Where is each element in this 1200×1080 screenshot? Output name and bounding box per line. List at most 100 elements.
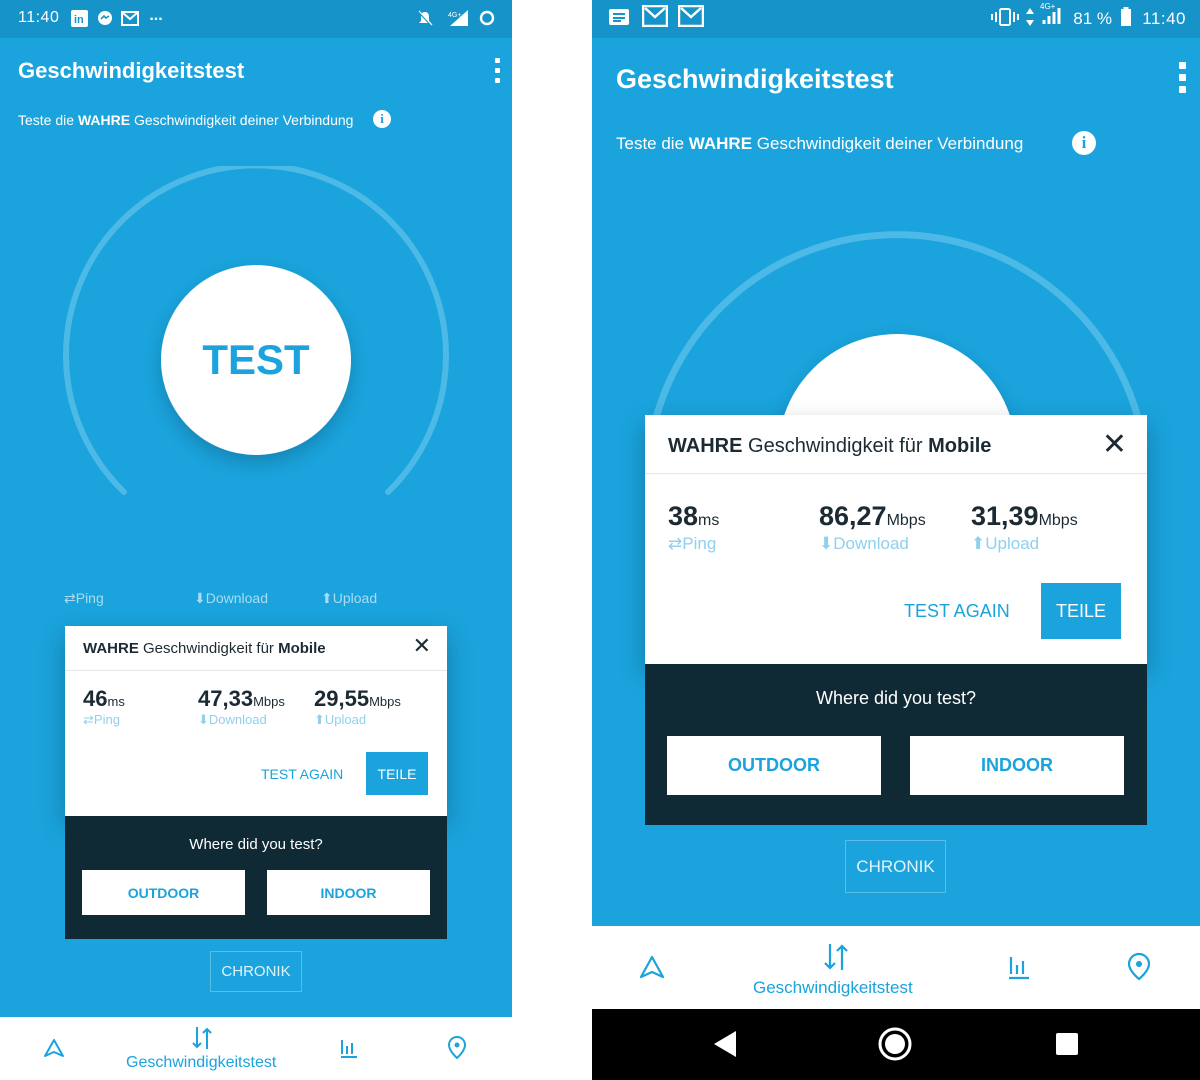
nav-map-pin-icon[interactable] <box>445 1035 469 1066</box>
download-metric: 47,33Mbps ⬇Download <box>198 686 285 728</box>
share-button[interactable]: TEILE <box>1041 583 1121 639</box>
ping-unit: ms <box>107 694 125 709</box>
phone-right: 4G+ 81 % 11:40 Geschwindigkeitstest Test… <box>592 0 1200 1080</box>
nav-speedtest-label[interactable]: Geschwindigkeitstest <box>126 1054 276 1072</box>
nav-speedtest-icon[interactable] <box>822 942 850 977</box>
upload-unit: Mbps <box>1038 512 1078 529</box>
test-start-button[interactable]: TEST <box>161 265 351 455</box>
battery-percentage: 81 % <box>1073 9 1112 28</box>
more-dots-icon: ... <box>149 7 163 24</box>
status-time: 11:40 <box>1142 9 1186 28</box>
outdoor-button[interactable]: OUTDOOR <box>667 736 881 795</box>
result-card-title: WAHRE Geschwindigkeit für Mobile <box>83 640 326 657</box>
recents-icon[interactable] <box>1056 1033 1078 1060</box>
download-unit: Mbps <box>253 694 285 709</box>
upload-metric-label: ⬆Upload <box>971 534 1040 553</box>
signal-icon: 4G+ <box>446 9 470 27</box>
upload-arrow-icon: ⬆ <box>321 590 333 606</box>
messenger-icon <box>96 9 114 27</box>
result-card: WAHRE Geschwindigkeit für Mobile ✕ 46ms … <box>65 626 447 816</box>
upload-metric: 29,55Mbps ⬆Upload <box>314 686 401 728</box>
upload-value: 29,55 <box>314 686 370 711</box>
info-icon[interactable]: i <box>373 110 391 128</box>
test-again-button[interactable]: TEST AGAIN <box>904 601 1010 622</box>
link-icon: ⇄ <box>64 590 76 606</box>
status-time: 11:40 <box>18 9 60 26</box>
link-icon: ⇄ <box>668 534 683 553</box>
ping-metric-label: ⇄Ping <box>83 712 120 727</box>
nav-speedtest-label[interactable]: Geschwindigkeitstest <box>753 978 913 998</box>
data-arrows-icon <box>1024 8 1036 26</box>
app-main: Geschwindigkeitstest Teste die WAHRE Ges… <box>0 38 512 1017</box>
bottom-nav: Geschwindigkeitstest <box>592 926 1200 1009</box>
status-bar: 4G+ 81 % 11:40 <box>592 0 1200 38</box>
link-icon: ⇄ <box>83 712 94 727</box>
mail-icon <box>121 9 139 27</box>
outdoor-button[interactable]: OUTDOOR <box>82 870 245 915</box>
ping-metric: 38ms ⇄Ping <box>668 501 719 554</box>
linkedin-icon: in <box>70 9 88 27</box>
location-panel: Where did you test? OUTDOOR INDOOR <box>645 664 1147 825</box>
vibrate-icon <box>990 8 1020 26</box>
download-arrow-icon: ⬇ <box>198 712 209 727</box>
close-icon[interactable]: ✕ <box>413 634 431 659</box>
svg-text:4G+: 4G+ <box>1040 2 1056 11</box>
location-question: Where did you test? <box>815 688 977 708</box>
svg-text:in: in <box>74 14 84 26</box>
info-icon[interactable]: i <box>1072 131 1096 155</box>
upload-metric: 31,39Mbps ⬆Upload <box>971 501 1078 554</box>
ping-value: 46 <box>83 686 108 711</box>
download-value: 86,27 <box>819 501 887 531</box>
mail-icon <box>642 5 668 27</box>
ping-metric-label: ⇄Ping <box>668 534 717 553</box>
nav-map-pin-icon[interactable] <box>1125 952 1153 987</box>
ping-unit: ms <box>698 512 720 529</box>
download-metric-label: ⬇Download <box>819 534 909 553</box>
nav-results-icon[interactable] <box>338 1037 360 1064</box>
upload-label: ⬆Upload <box>321 590 378 606</box>
card-divider <box>65 670 447 671</box>
card-divider <box>645 473 1147 474</box>
tagline: Teste die WAHRE Geschwindigkeit deiner V… <box>616 134 1024 153</box>
upload-arrow-icon: ⬆ <box>971 534 986 553</box>
share-button[interactable]: TEILE <box>366 752 428 795</box>
battery-icon <box>1120 7 1132 26</box>
tagline: Teste die WAHRE Geschwindigkeit deiner V… <box>18 112 354 128</box>
phone-left: 11:40 in ... 4G+ Geschwindigkeitstest Te… <box>0 0 512 1080</box>
app-main: Geschwindigkeitstest Teste die WAHRE Ges… <box>592 38 1200 926</box>
download-arrow-icon: ⬇ <box>194 590 206 606</box>
download-value: 47,33 <box>198 686 254 711</box>
download-label: ⬇Download <box>194 590 268 606</box>
download-unit: Mbps <box>886 512 926 529</box>
sync-icon <box>478 9 496 27</box>
indoor-button[interactable]: INDOOR <box>267 870 430 915</box>
back-icon[interactable] <box>712 1029 738 1064</box>
result-card-title: WAHRE Geschwindigkeit für Mobile <box>668 435 992 457</box>
mail-icon <box>678 5 704 27</box>
bottom-nav: Geschwindigkeitstest <box>0 1017 512 1080</box>
test-again-button[interactable]: TEST AGAIN <box>261 766 343 782</box>
result-card: WAHRE Geschwindigkeit für Mobile ✕ 38ms … <box>645 415 1147 664</box>
upload-metric-label: ⬆Upload <box>314 712 367 727</box>
nav-navigation-icon[interactable] <box>638 954 666 985</box>
ping-value: 38 <box>668 501 699 531</box>
history-button[interactable]: CHRONIK <box>845 840 946 893</box>
upload-arrow-icon: ⬆ <box>314 712 325 727</box>
ping-metric: 46ms ⇄Ping <box>83 686 125 728</box>
nav-speedtest-icon[interactable] <box>190 1025 214 1056</box>
nav-navigation-icon[interactable] <box>42 1037 66 1064</box>
upload-unit: Mbps <box>369 694 401 709</box>
nav-results-icon[interactable] <box>1006 954 1032 985</box>
ping-label: ⇄Ping <box>64 590 104 606</box>
app-title: Geschwindigkeitstest <box>18 58 245 83</box>
close-icon[interactable]: ✕ <box>1102 427 1127 462</box>
home-icon[interactable] <box>878 1027 912 1066</box>
overflow-menu-icon[interactable] <box>1179 62 1186 93</box>
overflow-menu-icon[interactable] <box>495 58 500 83</box>
location-panel: Where did you test? OUTDOOR INDOOR <box>65 816 447 939</box>
indoor-button[interactable]: INDOOR <box>910 736 1124 795</box>
svg-text:4G+: 4G+ <box>448 12 461 19</box>
news-icon <box>608 8 630 26</box>
download-metric: 86,27Mbps ⬇Download <box>819 501 926 554</box>
history-button[interactable]: CHRONIK <box>210 951 302 992</box>
